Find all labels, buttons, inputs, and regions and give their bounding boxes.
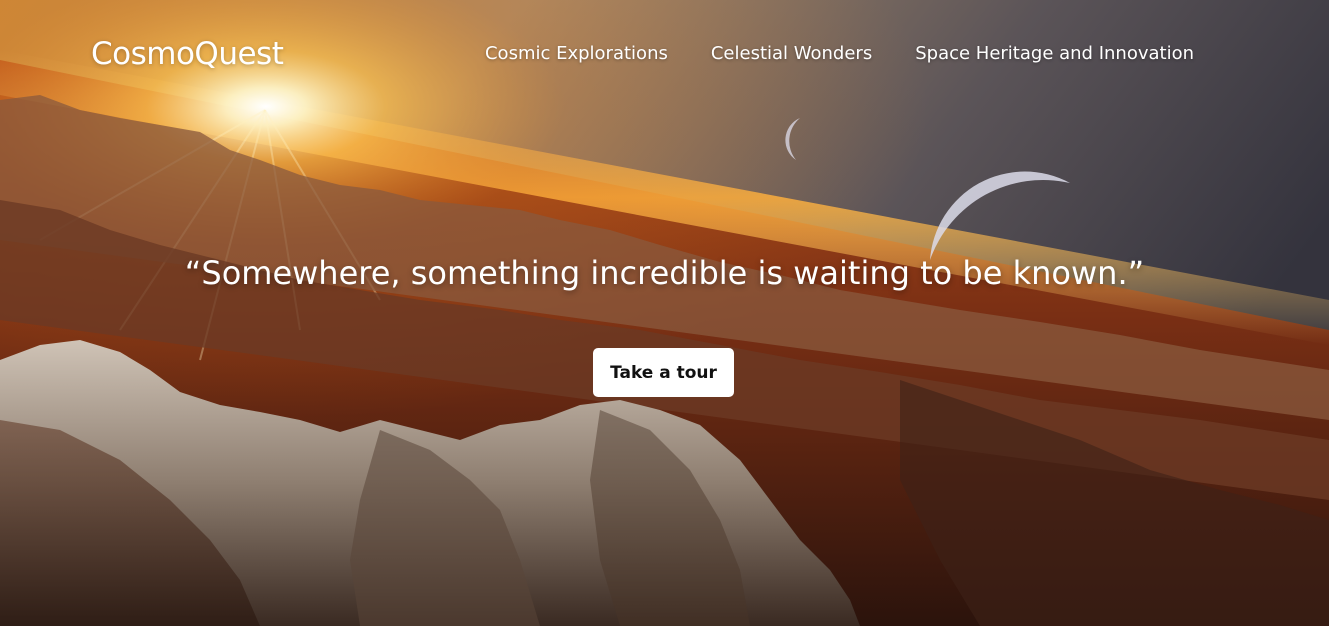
hero-section: CosmoQuest Cosmic Explorations Celestial… [0,0,1329,626]
hero-quote: “Somewhere, something incredible is wait… [184,254,1145,292]
main-nav: Cosmic Explorations Celestial Wonders Sp… [485,43,1194,64]
take-a-tour-button[interactable]: Take a tour [593,348,734,397]
nav-link-cosmic-explorations[interactable]: Cosmic Explorations [485,43,668,64]
nav-link-space-heritage[interactable]: Space Heritage and Innovation [915,43,1194,64]
nav-link-celestial-wonders[interactable]: Celestial Wonders [711,43,872,64]
background-scene-image [0,0,1329,626]
brand-logo[interactable]: CosmoQuest [91,36,284,72]
